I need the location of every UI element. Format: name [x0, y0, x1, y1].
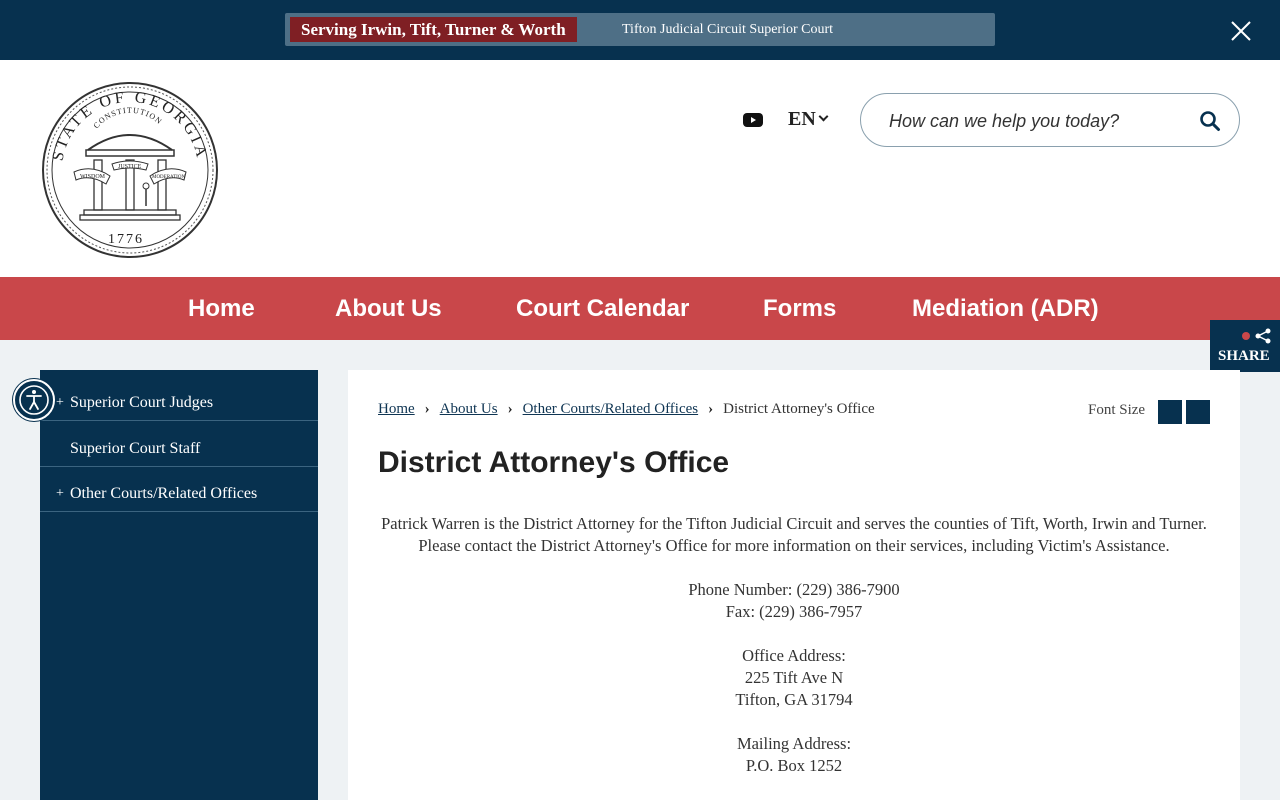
alert-text[interactable]: Tifton Judicial Circuit Superior Court — [622, 13, 833, 46]
mailing-address-line: P.O. Box 1252 — [745, 756, 843, 775]
office-address-city: Tifton, GA 31794 — [735, 690, 853, 709]
breadcrumb-about-us[interactable]: About Us — [440, 401, 498, 417]
breadcrumb-separator: › — [507, 401, 513, 417]
phone-number: Phone Number: (229) 386-7900 — [688, 580, 900, 599]
share-icon — [1255, 328, 1271, 344]
share-label: SHARE — [1218, 348, 1270, 364]
main-content: Home › About Us › Other Courts/Related Offic… — [348, 370, 1240, 800]
search-icon[interactable] — [1199, 110, 1221, 132]
breadcrumb-home[interactable]: Home — [378, 401, 415, 417]
page-title: District Attorney's Office — [378, 446, 730, 479]
seal-banner-right: MODERATION — [152, 175, 185, 180]
sidebar: + Superior Court Judges Superior Court S… — [40, 370, 318, 800]
nav-item-forms[interactable]: Forms — [763, 277, 836, 340]
mailing-address: Mailing Address: P.O. Box 1252 — [378, 733, 1210, 777]
search-input[interactable] — [889, 106, 1189, 136]
georgia-seal-logo[interactable]: STATE OF GEORGIA CONSTITUTION WISDOM JUS… — [40, 80, 220, 260]
nav-item-mediation[interactable]: Mediation (ADR) — [912, 277, 1099, 340]
font-size-decrease-button[interactable] — [1158, 400, 1182, 424]
site-header: STATE OF GEORGIA CONSTITUTION WISDOM JUS… — [0, 60, 1280, 277]
breadcrumb: Home › About Us › Other Courts/Related Offic… — [378, 401, 875, 418]
contact-numbers: Phone Number: (229) 386-7900 Fax: (229) … — [378, 579, 1210, 623]
chevron-down-icon — [818, 111, 829, 122]
mailing-address-heading: Mailing Address: — [736, 734, 852, 753]
close-icon[interactable] — [1228, 18, 1254, 44]
font-size-label: Font Size — [1088, 402, 1146, 418]
sidebar-item-other-courts[interactable]: + Other Courts/Related Offices — [40, 466, 318, 512]
sidebar-item-label: Other Courts/Related Offices — [70, 485, 258, 502]
seal-banner-center: JUSTICE — [118, 164, 142, 170]
breadcrumb-other-courts[interactable]: Other Courts/Related Offices — [523, 401, 699, 417]
alert-banner[interactable]: Serving Irwin, Tift, Turner & Worth Tift… — [285, 13, 995, 46]
nav-item-about-us[interactable]: About Us — [335, 277, 442, 340]
language-selector[interactable]: EN — [788, 108, 829, 131]
main-nav: Home About Us Court Calendar Forms Media… — [0, 277, 1280, 340]
accessibility-icon — [19, 385, 49, 415]
office-address-line: 225 Tift Ave N — [744, 668, 844, 687]
language-label: EN — [788, 108, 816, 130]
expand-icon[interactable]: + — [56, 466, 64, 522]
office-address: Office Address: 225 Tift Ave N Tifton, G… — [378, 645, 1210, 711]
page-body: Patrick Warren is the District Attorney … — [378, 513, 1210, 799]
nav-item-court-calendar[interactable]: Court Calendar — [516, 277, 689, 340]
search-box — [860, 93, 1240, 147]
sidebar-item-superior-court-judges[interactable]: + Superior Court Judges — [40, 375, 318, 421]
font-size-increase-button[interactable] — [1186, 400, 1210, 424]
youtube-icon[interactable] — [743, 112, 763, 128]
nav-item-home[interactable]: Home — [188, 277, 255, 340]
breadcrumb-separator: › — [424, 401, 430, 417]
breadcrumb-current: District Attorney's Office — [723, 401, 875, 417]
share-indicator — [1242, 332, 1250, 340]
accessibility-button[interactable] — [13, 379, 55, 421]
alert-bar: Serving Irwin, Tift, Turner & Worth Tift… — [0, 0, 1280, 60]
share-button[interactable]: SHARE — [1210, 320, 1280, 372]
alert-tag: Serving Irwin, Tift, Turner & Worth — [290, 17, 577, 42]
breadcrumb-separator: › — [708, 401, 714, 417]
office-address-heading: Office Address: — [742, 646, 846, 665]
intro-paragraph: Patrick Warren is the District Attorney … — [381, 514, 1207, 555]
seal-banner-left: WISDOM — [80, 174, 106, 180]
fax-number: Fax: (229) 386-7957 — [725, 602, 863, 621]
sidebar-item-superior-court-staff[interactable]: Superior Court Staff — [40, 421, 318, 467]
seal-year: 1776 — [108, 232, 144, 247]
